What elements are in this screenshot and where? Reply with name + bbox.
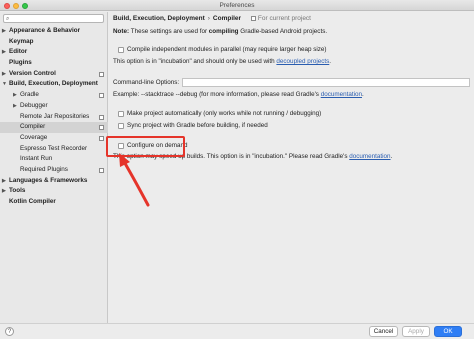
sidebar-item-label: Remote Jar Repositories <box>20 112 90 120</box>
title-bar: Preferences <box>0 0 474 11</box>
sidebar-item-plugins[interactable]: Plugins <box>0 58 108 69</box>
preferences-window: Preferences ⌕ ▶ Appearance & Behavior Keym… <box>0 0 474 339</box>
chevron-down-icon[interactable]: ▼ <box>2 79 7 90</box>
sidebar-item-required-plugins[interactable]: Required Plugins <box>0 165 108 176</box>
sidebar-item-label: Version Control <box>9 69 56 77</box>
configure-help-suffix: . <box>390 153 393 160</box>
scope-indicator: For current project <box>250 15 311 22</box>
cmdline-label: Command-line Options: <box>113 79 180 86</box>
breadcrumb: Build, Execution, Deployment › Compiler Fo… <box>113 15 311 22</box>
make-automatically-checkbox[interactable] <box>118 111 124 117</box>
sidebar-item-coverage[interactable]: Coverage <box>0 133 108 144</box>
chevron-right-icon[interactable]: ▶ <box>2 47 6 58</box>
breadcrumb-page: Compiler <box>212 15 242 22</box>
cmdline-example: Example: --stacktrace --debug (for more … <box>113 91 364 98</box>
sidebar-item-debugger[interactable]: ▶ Debugger <box>0 101 108 112</box>
sidebar-item-tools[interactable]: ▶ Tools <box>0 186 108 197</box>
settings-sidebar: ⌕ ▶ Appearance & Behavior Keymap ▶ Editor Plu… <box>0 12 108 323</box>
dialog-footer: ? Cancel Apply OK <box>0 323 474 339</box>
configure-documentation-link[interactable]: documentation <box>349 153 390 160</box>
project-scope-icon <box>250 15 256 21</box>
parallel-checkbox[interactable] <box>118 47 124 53</box>
annotation-highlight-box <box>106 136 185 157</box>
sync-before-build-label: Sync project with Gradle before building… <box>127 122 268 129</box>
parallel-help: This option is in "incubation" and shoul… <box>113 58 331 65</box>
note-bold: compiling <box>208 28 239 35</box>
sync-before-build-checkbox[interactable] <box>118 123 124 129</box>
ok-button[interactable]: OK <box>434 326 462 337</box>
decoupled-projects-link[interactable]: decoupled projects <box>276 58 329 65</box>
sidebar-item-languages-frameworks[interactable]: ▶ Languages & Frameworks <box>0 176 108 187</box>
settings-search-input[interactable]: ⌕ <box>3 14 104 23</box>
sidebar-item-instant-run[interactable]: Instant Run <box>0 154 108 165</box>
sidebar-item-label: Build, Execution, Deployment <box>9 80 98 88</box>
search-icon: ⌕ <box>6 16 10 22</box>
compiler-settings-panel: Build, Execution, Deployment › Compiler Fo… <box>109 12 474 323</box>
project-scope-icon <box>99 135 104 141</box>
sidebar-item-label: Compiler <box>20 123 46 131</box>
sidebar-item-compiler[interactable]: Compiler <box>0 122 108 133</box>
parallel-help-suffix: . <box>329 58 332 65</box>
apply-button[interactable]: Apply <box>402 326 430 337</box>
chevron-right-icon[interactable]: ▶ <box>13 101 17 112</box>
sidebar-item-keymap[interactable]: Keymap <box>0 37 108 48</box>
sidebar-item-build-execution-deployment[interactable]: ▼ Build, Execution, Deployment <box>0 79 108 90</box>
sidebar-item-label: Instant Run <box>20 155 53 163</box>
note-prefix: These settings are used for <box>130 28 208 35</box>
make-automatically-label: Make project automatically (only works w… <box>127 110 322 117</box>
sidebar-item-label: Tools <box>9 187 26 195</box>
example-suffix: . <box>362 91 364 98</box>
zoom-window-button[interactable] <box>22 2 28 9</box>
sidebar-item-label: Languages & Frameworks <box>9 176 88 184</box>
project-scope-icon <box>99 71 104 77</box>
sidebar-item-label: Espresso Test Recorder <box>20 144 88 152</box>
sidebar-item-label: Gradle <box>20 91 39 99</box>
sidebar-item-label: Keymap <box>9 37 34 45</box>
note-suffix: Gradle-based Android projects. <box>240 28 328 35</box>
parallel-help-text: This option is in "incubation" and shoul… <box>113 58 275 65</box>
note-text: Note: These settings are used for compil… <box>113 28 327 35</box>
parallel-label: Compile independent modules in parallel … <box>127 46 327 53</box>
project-scope-icon <box>99 114 104 120</box>
cmdline-options-input[interactable] <box>182 78 470 87</box>
breadcrumb-section: Build, Execution, Deployment <box>113 15 205 22</box>
project-scope-icon <box>99 125 104 131</box>
chevron-right-icon[interactable]: ▶ <box>13 90 17 101</box>
minimize-window-button[interactable] <box>13 2 19 9</box>
chevron-right-icon[interactable]: ▶ <box>2 186 6 197</box>
project-scope-icon <box>99 93 104 99</box>
close-window-button[interactable] <box>4 2 10 9</box>
window-title: Preferences <box>219 2 255 9</box>
sidebar-item-label: Editor <box>9 48 28 56</box>
sidebar-item-kotlin-compiler[interactable]: Kotlin Compiler <box>0 197 108 208</box>
sidebar-item-label: Kotlin Compiler <box>9 198 56 205</box>
sidebar-item-espresso-test-recorder[interactable]: Espresso Test Recorder <box>0 144 108 155</box>
sidebar-item-label: Debugger <box>20 101 48 109</box>
project-scope-icon <box>99 167 104 173</box>
sidebar-item-version-control[interactable]: ▶ Version Control <box>0 69 108 80</box>
sidebar-item-remote-jar-repositories[interactable]: Remote Jar Repositories <box>0 112 108 123</box>
settings-tree: ▶ Appearance & Behavior Keymap ▶ Editor Plugi… <box>0 26 108 208</box>
gradle-documentation-link[interactable]: documentation <box>321 91 362 98</box>
chevron-right-icon[interactable]: ▶ <box>2 69 6 80</box>
help-button[interactable]: ? <box>5 327 14 336</box>
cancel-button[interactable]: Cancel <box>369 326 398 337</box>
chevron-right-icon[interactable]: ▶ <box>2 26 6 37</box>
note-label: Note: <box>113 28 130 35</box>
sidebar-item-appearance-behavior[interactable]: ▶ Appearance & Behavior <box>0 26 108 37</box>
example-text: Example: --stacktrace --debug (for more … <box>113 91 319 98</box>
chevron-right-icon[interactable]: ▶ <box>2 176 6 187</box>
sidebar-item-label: Plugins <box>9 59 32 67</box>
breadcrumb-separator: › <box>207 15 210 22</box>
sidebar-item-label: Required Plugins <box>20 165 68 173</box>
scope-label: For current project <box>257 15 311 22</box>
sidebar-item-label: Appearance & Behavior <box>9 27 81 34</box>
sidebar-item-label: Coverage <box>20 133 48 141</box>
sidebar-item-gradle[interactable]: ▶ Gradle <box>0 90 108 101</box>
sidebar-item-editor[interactable]: ▶ Editor <box>0 47 108 58</box>
